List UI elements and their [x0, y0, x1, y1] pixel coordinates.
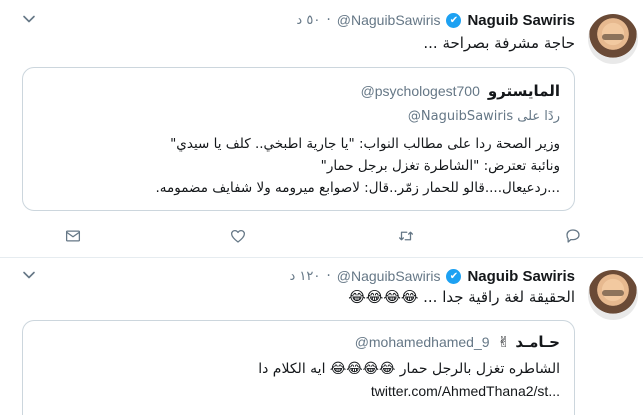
tweet-text: الحقيقة لغة راقية جدا ... 😂😂😂😂	[348, 288, 575, 306]
author-avatar[interactable]	[588, 270, 638, 320]
quoted-text-line-1: الشاطره تغزل بالرجل حمار 😂😂😂😂 ايه الكلام…	[258, 361, 560, 377]
author-name[interactable]: Naguib Sawiris	[467, 268, 575, 285]
chevron-down-icon[interactable]	[22, 268, 36, 282]
tweet-timestamp[interactable]: ١٢٠ د	[289, 269, 320, 284]
quoted-tweet[interactable]: حـامـد ✌ @mohamedhamed_9 الشاطره تغزل با…	[22, 320, 575, 415]
quoted-tweet-header: حـامـد ✌ @mohamedhamed_9	[355, 333, 560, 351]
quoted-author-handle: @mohamedhamed_9	[354, 334, 490, 350]
header-separator: ·	[326, 268, 331, 284]
verified-badge-icon: ✔	[446, 268, 462, 284]
tweet-2[interactable]: Naguib Sawiris ✔ @NaguibSawiris · ١٢٠ د …	[0, 0, 643, 415]
author-handle[interactable]: @NaguibSawiris	[337, 268, 441, 284]
quoted-author-name: حـامـد ✌	[497, 333, 560, 351]
quoted-link[interactable]: twitter.com/AhmedThana2/st...	[371, 383, 560, 399]
tweet-header: Naguib Sawiris ✔ @NaguibSawiris · ١٢٠ د	[289, 266, 575, 286]
